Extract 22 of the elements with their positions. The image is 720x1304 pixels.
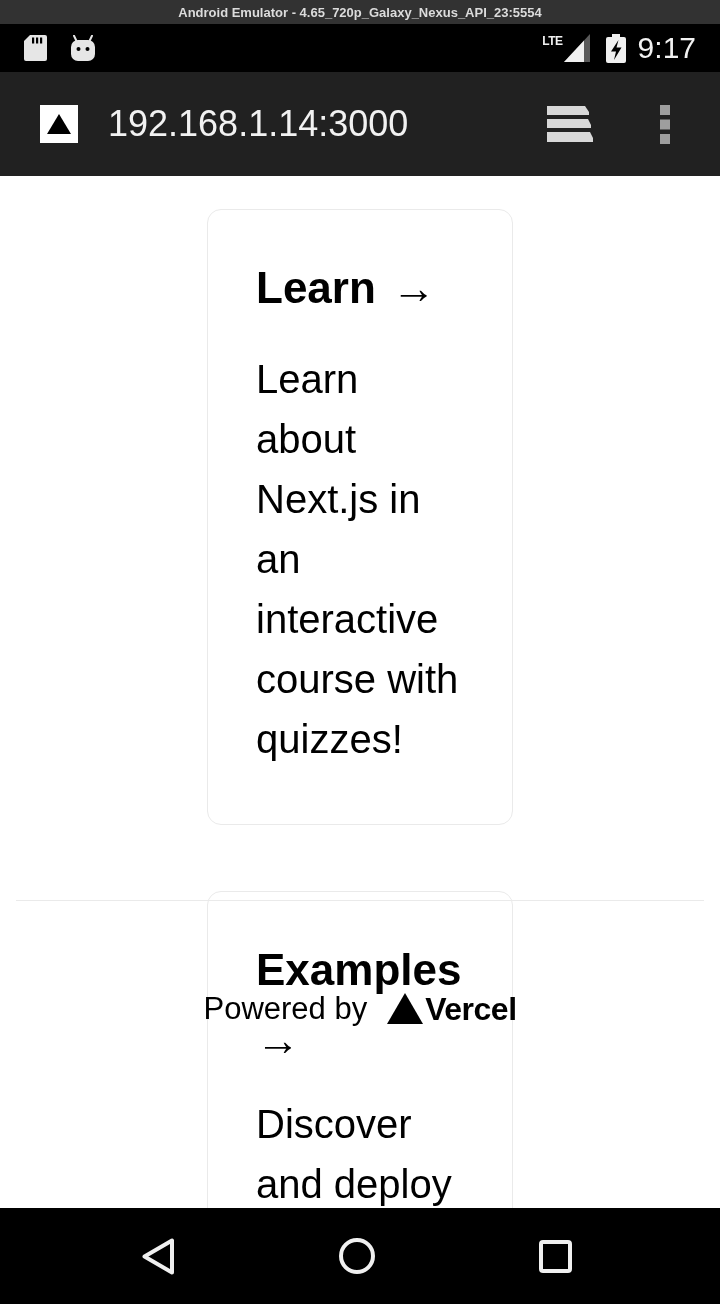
address-bar[interactable]: 192.168.1.14:3000	[108, 106, 409, 142]
network-type: LTE	[542, 35, 563, 47]
recents-icon[interactable]	[539, 1239, 572, 1273]
menu-icon[interactable]	[660, 104, 670, 144]
triangle-logo-icon	[387, 993, 424, 1024]
arrow-glyph: →	[256, 1025, 300, 1055]
window-title: Android Emulator - 4.65_720p_Galaxy_Nexus_API_23:5554	[178, 5, 542, 19]
card-description: Learn about Next.js in an interactive course with quizzes!	[256, 356, 460, 763]
link-card[interactable]: Learn → Learn about Next.js in an interactive course with quizzes!	[207, 209, 513, 825]
battery-charging-icon	[605, 33, 626, 63]
robot-icon	[71, 35, 95, 61]
arrow-glyph: →	[391, 273, 436, 303]
sd-card-icon	[24, 35, 47, 61]
site-favicon-icon	[40, 105, 78, 143]
home-icon[interactable]	[339, 1238, 375, 1274]
card-title: Examples	[256, 948, 462, 992]
signal-icon	[563, 34, 590, 62]
status-time: 9:17	[637, 33, 696, 63]
card-title: Learn	[256, 266, 376, 310]
back-icon[interactable]	[142, 1237, 175, 1275]
card-description: Discover and deploy	[256, 1101, 453, 1208]
tabs-stack-icon[interactable]	[547, 106, 593, 142]
